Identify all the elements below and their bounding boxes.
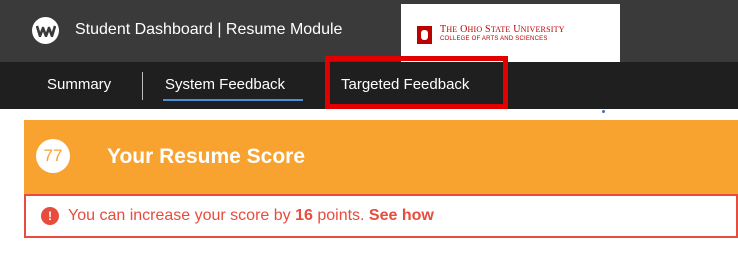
targeted-feedback-highlight <box>325 56 508 109</box>
logo-mark-icon <box>35 25 56 37</box>
university-name: THE OHIO STATE UNIVERSITY <box>440 24 565 35</box>
college-name: COLLEGE OF ARTS AND SCIENCES <box>440 36 548 42</box>
university-tab[interactable]: THE OHIO STATE UNIVERSITY COLLEGE OF ART… <box>401 4 620 62</box>
score-value: 77 <box>36 139 70 173</box>
score-alert: ! You can increase your score by 16 poin… <box>24 194 738 238</box>
alert-message: You can increase your score by 16 points… <box>68 207 434 225</box>
nav-separator <box>142 72 143 100</box>
alert-suffix: points. <box>312 207 369 224</box>
alert-prefix: You can increase your score by <box>68 207 296 224</box>
app-logo-icon[interactable] <box>32 17 59 44</box>
app-title: Student Dashboard | Resume Module <box>75 21 343 38</box>
alert-icon: ! <box>41 207 59 225</box>
see-how-link[interactable]: See how <box>369 207 434 224</box>
tab-summary[interactable]: Summary <box>47 76 111 93</box>
tab-system-feedback[interactable]: System Feedback <box>165 76 285 93</box>
alert-points: 16 <box>295 207 313 224</box>
score-title: Your Resume Score <box>107 145 306 168</box>
top-bar: Student Dashboard | Resume Module THE OH… <box>0 0 738 62</box>
indicator-dot <box>602 110 605 113</box>
osu-block-o-icon <box>417 26 432 44</box>
score-banner: 77 Your Resume Score <box>24 120 738 194</box>
active-tab-indicator <box>163 99 303 101</box>
